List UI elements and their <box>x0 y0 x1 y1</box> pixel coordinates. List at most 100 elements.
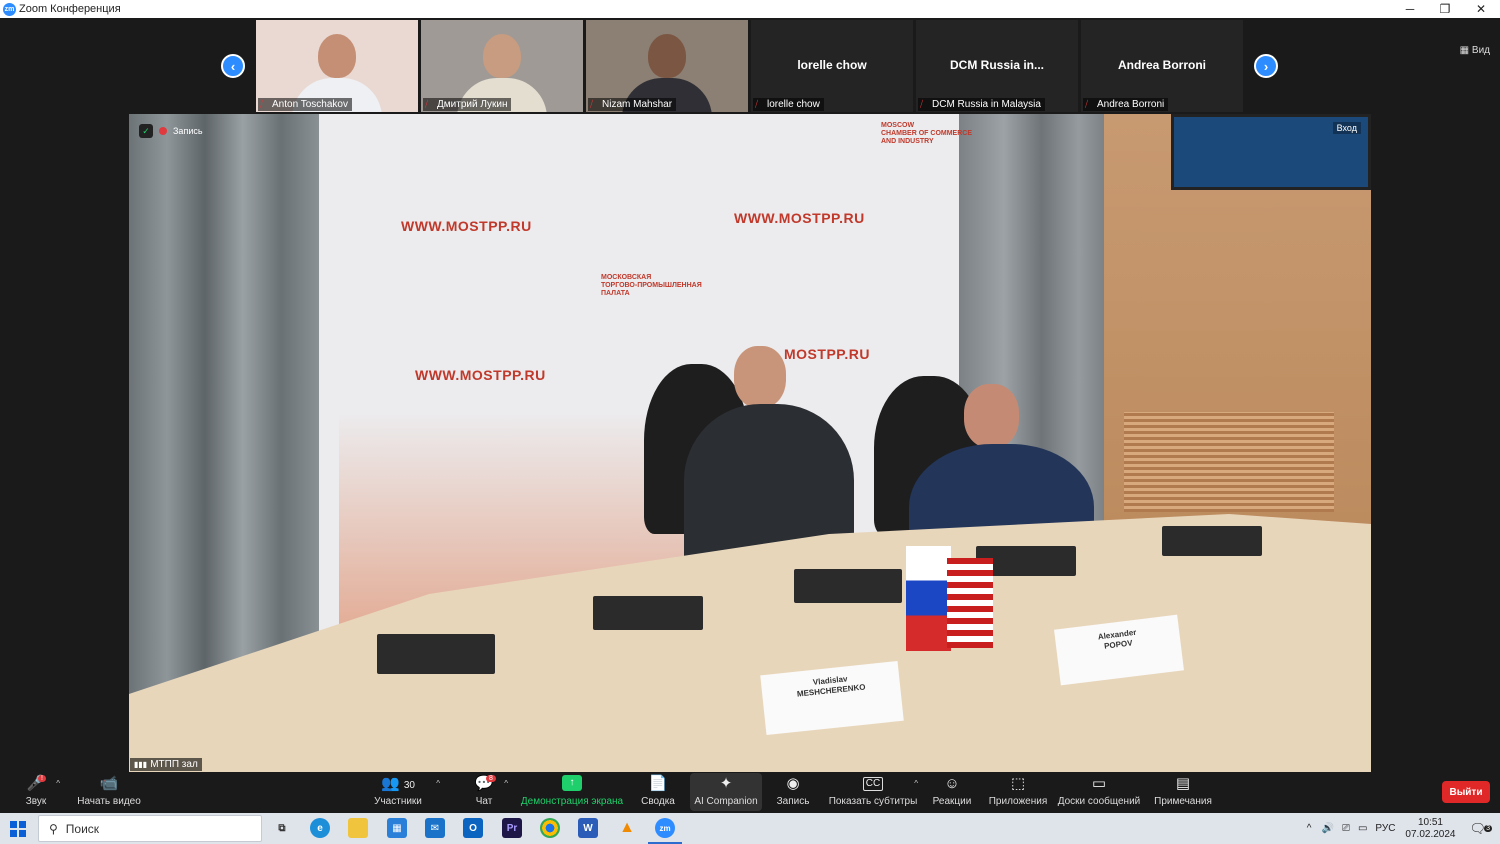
mic-muted-icon: ⧸ <box>755 99 759 109</box>
meeting-toolbar: 🎤 Звук ! ^ 📹 Начать видео 👥 30 Участники… <box>0 772 1500 813</box>
mail-icon[interactable]: ✉ <box>425 818 445 838</box>
windows-start-icon[interactable] <box>10 821 26 837</box>
backdrop-url: WWW.MOSTPP.RU <box>401 218 532 234</box>
summary-icon: 📄 <box>648 775 668 792</box>
wall-vent <box>1124 412 1334 512</box>
chevron-up-icon[interactable]: ^ <box>914 779 918 788</box>
table-microphone <box>593 596 703 630</box>
backdrop-org-en: MOSCOW CHAMBER OF COMMERCE AND INDUSTRY <box>881 122 972 145</box>
video-speaker-label: ▮▮▮ МТПП зал <box>130 758 202 771</box>
task-view-icon[interactable]: ⧉ <box>272 818 292 838</box>
captions-button[interactable]: CC Показать субтитры ^ <box>829 775 918 813</box>
record-icon: ◉ <box>786 775 800 792</box>
apps-button[interactable]: ⬚ Приложения <box>988 775 1048 813</box>
participant-name-label: ⧸ Дмитрий Лукин <box>423 98 512 111</box>
participant-tile[interactable]: Andrea Borroni ⧸ Andrea Borroni <box>1081 20 1243 112</box>
participant-name-label: ⧸ lorelle chow <box>753 98 824 111</box>
chevron-up-icon[interactable]: ^ <box>56 779 60 788</box>
word-icon[interactable]: W <box>578 818 598 838</box>
battery-icon[interactable]: ▭ <box>1358 823 1367 834</box>
sparkle-icon: ✦ <box>719 775 733 792</box>
participants-button[interactable]: 👥 30 Участники ^ <box>374 775 440 813</box>
chevron-up-icon[interactable]: ^ <box>1307 823 1312 834</box>
backdrop-url: MOSTPP.RU <box>784 346 870 362</box>
malaysia-flag <box>947 558 993 648</box>
mic-muted-icon: ⧸ <box>260 99 264 109</box>
summary-button[interactable]: 📄 Сводка <box>640 775 676 813</box>
shield-icon[interactable]: ✓ <box>139 124 153 138</box>
vlc-icon[interactable]: ▲ <box>617 818 637 838</box>
close-button[interactable]: ✕ <box>1463 0 1499 18</box>
store-icon[interactable]: ▦ <box>387 818 407 838</box>
table-microphone <box>377 634 495 674</box>
restore-button[interactable]: ❐ <box>1427 0 1463 18</box>
file-explorer-icon[interactable] <box>348 818 368 838</box>
speaker-head <box>734 346 786 408</box>
apps-icon: ⬚ <box>1010 775 1026 792</box>
participant-name-label: ⧸ Anton Toschakov <box>258 98 352 111</box>
whiteboard-icon: ▭ <box>1091 775 1107 792</box>
participant-name-label: ⧸ Nizam Mahshar <box>588 98 677 111</box>
view-button[interactable]: ▦ Вид <box>1460 45 1490 56</box>
notification-count-badge: 3 <box>1484 824 1492 832</box>
video-off-icon: 📹 <box>99 775 119 792</box>
network-icon[interactable]: ⎚ <box>1342 823 1350 834</box>
audio-warning-badge: ! <box>38 775 46 782</box>
chevron-left-icon: ‹ <box>230 58 236 74</box>
mic-muted-icon: ⧸ <box>920 99 924 109</box>
mic-muted-icon: ⧸ <box>425 99 429 109</box>
notification-center-icon[interactable]: 🗨 3 <box>1469 821 1492 837</box>
window-title: Zoom Конференция <box>19 3 121 15</box>
chevron-up-icon[interactable]: ^ <box>504 779 508 788</box>
window-titlebar: zm Zoom Конференция ─ ❐ ✕ <box>0 0 1500 18</box>
participant-tile[interactable]: DCM Russia in... ⧸ DCM Russia in Malaysia <box>916 20 1078 112</box>
leave-button[interactable]: Выйти <box>1442 781 1490 803</box>
minimize-button[interactable]: ─ <box>1392 0 1428 18</box>
windows-taskbar: ⚲ Поиск ⧉ e ▦ ✉ O Pr W ▲ zm ^ 🔊 ⎚ ▭ РУС … <box>0 813 1500 844</box>
outlook-icon[interactable]: O <box>463 818 483 838</box>
edge-icon[interactable]: e <box>310 818 330 838</box>
participant-tile[interactable]: lorelle chow ⧸ lorelle chow <box>751 20 913 112</box>
audio-button[interactable]: 🎤 Звук ! ^ <box>24 775 60 813</box>
start-video-button[interactable]: 📹 Начать видео <box>77 775 141 813</box>
participant-tile[interactable]: ⧸ Nizam Mahshar <box>586 20 748 112</box>
chat-unread-badge: 8 <box>486 775 496 782</box>
participant-tile[interactable]: ⧸ Anton Toschakov <box>256 20 418 112</box>
next-page-button[interactable]: › <box>1254 54 1278 78</box>
taskbar-search[interactable]: ⚲ Поиск <box>38 815 262 842</box>
participant-display-name: DCM Russia in... <box>949 58 1044 72</box>
mic-muted-icon: ⧸ <box>1085 99 1089 109</box>
table-microphone <box>1162 526 1262 556</box>
record-dot-icon <box>159 127 167 135</box>
recording-indicator: ✓ Запись <box>139 124 203 138</box>
mic-muted-icon: ⧸ <box>590 99 594 109</box>
chat-button[interactable]: 💬 Чат 8 ^ <box>472 775 508 813</box>
zoom-logo-icon: zm <box>3 2 16 16</box>
ai-companion-button[interactable]: ✦ AI Companion <box>690 773 762 811</box>
backdrop-url: WWW.MOSTPP.RU <box>734 210 865 226</box>
reactions-button[interactable]: ☺ Реакции <box>932 775 972 813</box>
emoji-icon: ☺ <box>944 775 960 792</box>
notes-button[interactable]: ▤ Примечания <box>1154 775 1212 813</box>
table-microphone <box>794 569 902 603</box>
zoom-taskbar-icon[interactable]: zm <box>655 818 675 838</box>
chrome-icon[interactable] <box>540 818 560 838</box>
participant-display-name: lorelle chow <box>797 58 867 72</box>
chevron-right-icon: › <box>1263 58 1269 74</box>
participant-tile[interactable]: ⧸ Дмитрий Лукин <box>421 20 583 112</box>
premiere-icon[interactable]: Pr <box>502 818 522 838</box>
share-arrow-icon: ↑ <box>562 775 582 791</box>
clock[interactable]: 10:51 07.02.2024 <box>1405 817 1455 841</box>
whiteboards-button[interactable]: ▭ Доски сообщений <box>1058 775 1141 813</box>
chevron-up-icon[interactable]: ^ <box>436 779 440 788</box>
speaker-head <box>964 384 1019 448</box>
volume-icon[interactable]: 🔊 <box>1321 823 1333 834</box>
input-language[interactable]: РУС <box>1375 823 1395 834</box>
participant-name-label: ⧸ Andrea Borroni <box>1083 98 1169 111</box>
russia-flag <box>906 546 951 651</box>
people-icon: 👥 30 <box>381 775 415 792</box>
share-screen-button[interactable]: ↑ Демонстрация экрана <box>521 775 623 813</box>
enter-button[interactable]: Вход <box>1332 122 1361 134</box>
record-button[interactable]: ◉ Запись <box>776 775 810 813</box>
prev-page-button[interactable]: ‹ <box>221 54 245 78</box>
